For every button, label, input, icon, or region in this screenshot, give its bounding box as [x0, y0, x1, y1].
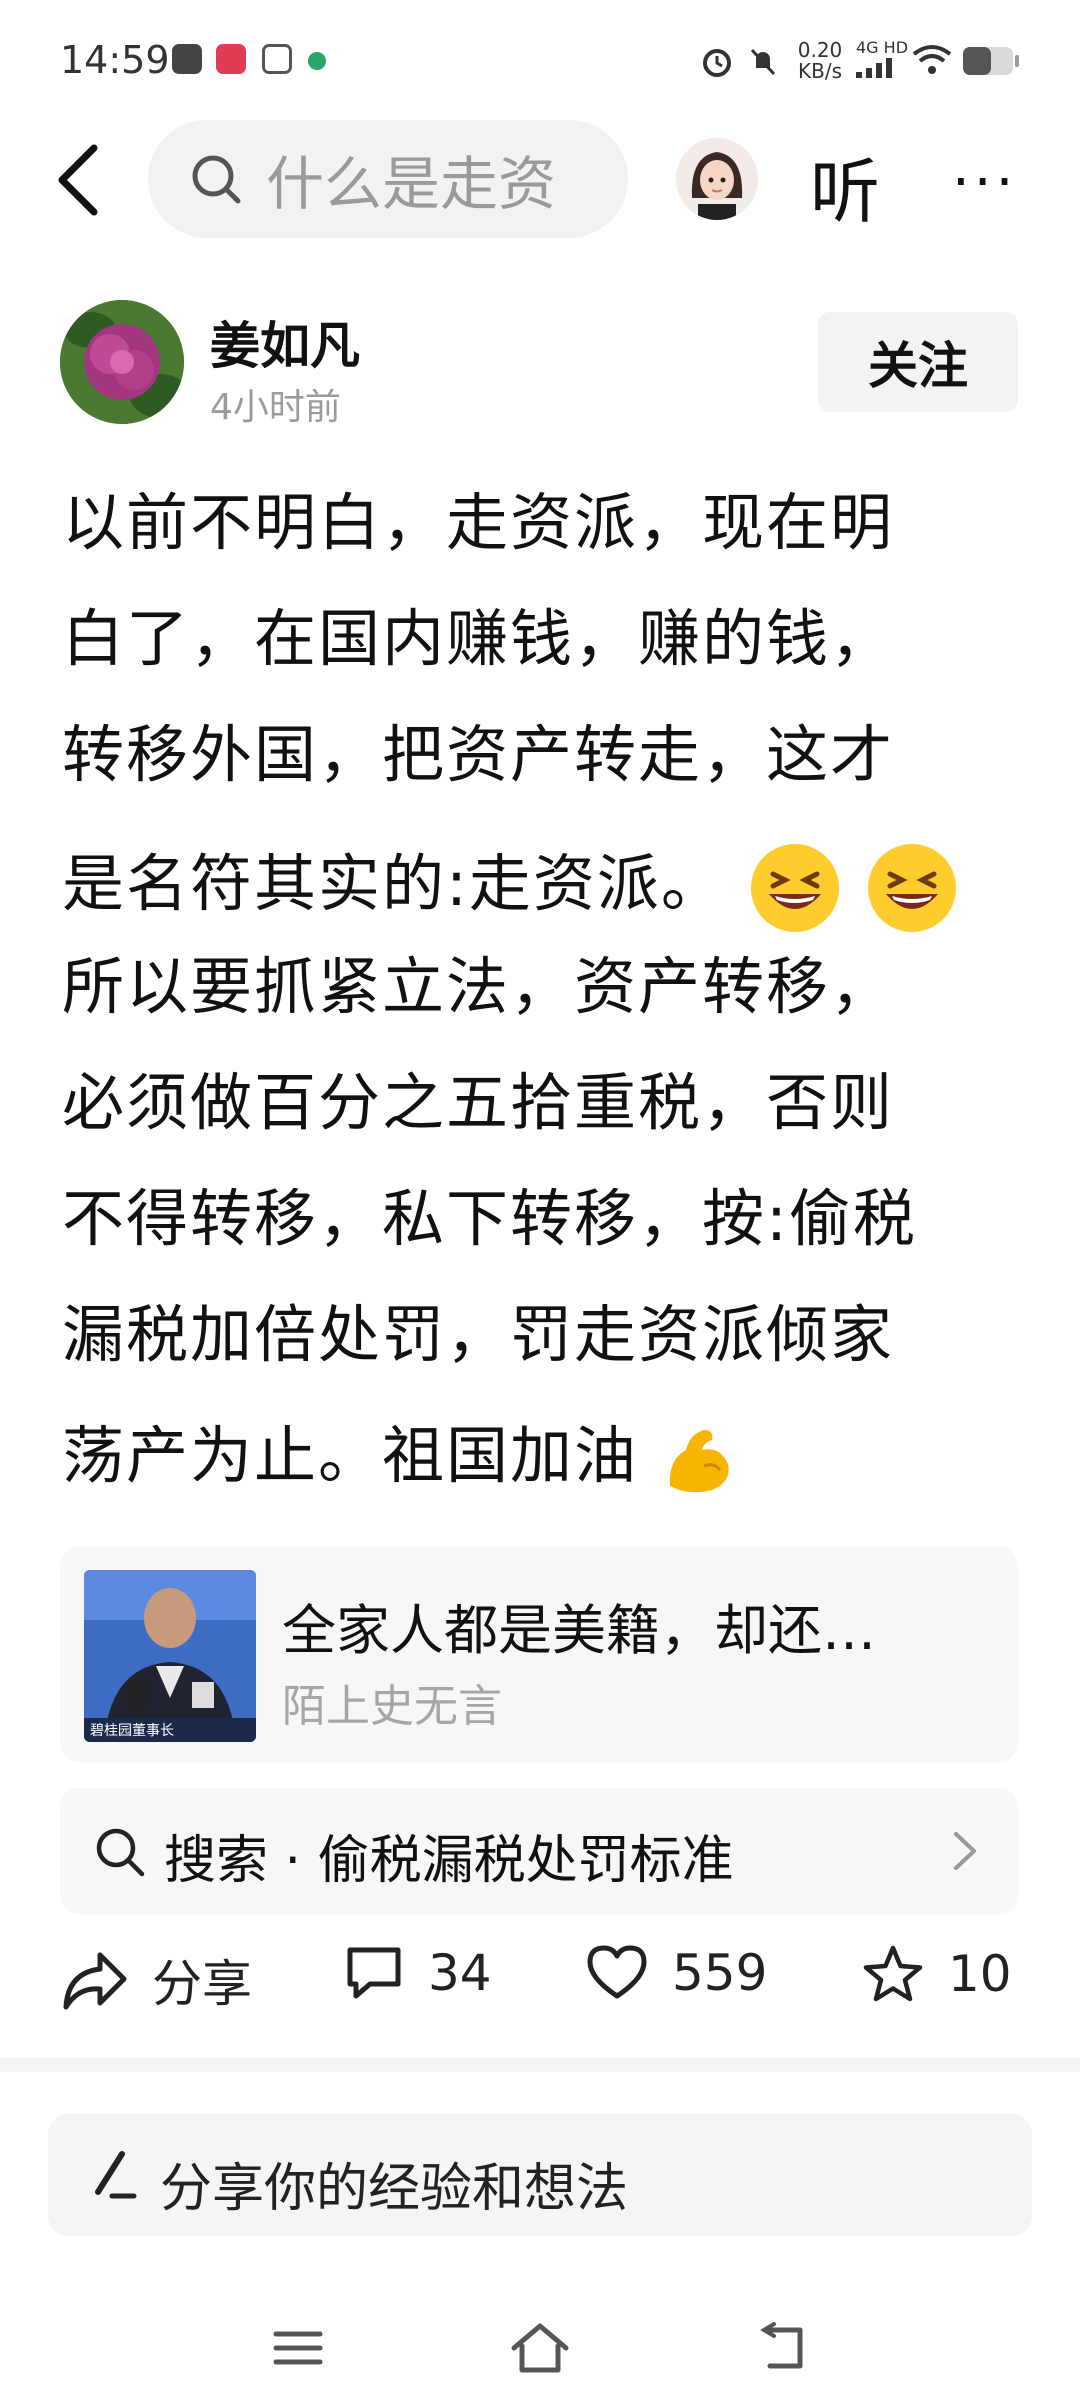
net-speed-unit: KB/s	[798, 59, 842, 83]
chevron-right-icon	[954, 1832, 976, 1870]
article-source: 陌上史无言	[282, 1681, 502, 1732]
post-time: 4小时前	[210, 387, 341, 428]
signal-icon	[856, 58, 892, 78]
related-search-text: 搜索 · 偷税漏税处罚标准	[164, 1818, 734, 1893]
follow-button[interactable]: 关注	[818, 312, 1018, 412]
flexed-biceps-emoji-icon	[669, 1430, 729, 1493]
post-text-segment: 是名符其实的:走资派。	[62, 847, 725, 921]
listen-button[interactable]: 听	[810, 136, 880, 237]
menu-nav-icon[interactable]	[270, 2320, 326, 2376]
share-label: 分享	[152, 1955, 252, 2013]
comment-count: 34	[428, 1944, 492, 2002]
search-placeholder: 什么是走资	[266, 150, 557, 218]
section-divider	[0, 2058, 1080, 2072]
press-conference-image	[84, 1570, 256, 1742]
mute-icon	[750, 48, 776, 76]
search-query: 偷税漏税处罚标准	[317, 1831, 734, 1891]
post-text-line: 以前不明白，走资派，现在明	[62, 486, 895, 559]
post-text-line: 是名符其实的:走资派。	[62, 840, 960, 936]
favorite-count: 10	[948, 1945, 1012, 2003]
status-time: 14:59	[60, 38, 170, 82]
search-box[interactable]: 什么是走资	[148, 120, 628, 238]
share-icon	[63, 1952, 127, 2010]
author-avatar[interactable]	[60, 300, 184, 424]
back-button[interactable]	[50, 140, 110, 220]
home-nav-icon[interactable]	[508, 2320, 572, 2376]
post-text-segment: 荡产为止。祖国加油	[62, 1419, 639, 1493]
article-thumbnail: 碧桂园董事长	[84, 1570, 256, 1742]
search-separator: ·	[284, 1831, 302, 1891]
linked-article-card[interactable]: 碧桂园董事长 全家人都是美籍，却还… 陌上史无言	[60, 1546, 1018, 1762]
alarm-icon	[703, 49, 731, 77]
peony-flower-image	[60, 300, 184, 424]
back-nav-icon[interactable]	[750, 2320, 810, 2376]
net-speed-value: 0.20	[797, 38, 843, 62]
comment-placeholder: 分享你的经验和想法	[160, 2159, 629, 2219]
search-icon	[192, 155, 241, 204]
post-text-line: 必须做百分之五拾重税，否则	[62, 1066, 895, 1139]
comment-icon	[347, 1947, 401, 1999]
ai-assistant-avatar[interactable]	[676, 138, 758, 220]
search-prefix: 搜索	[164, 1831, 269, 1891]
more-options-button[interactable]: ···	[952, 150, 1017, 215]
laughing-emoji-icon	[868, 844, 957, 932]
thumbnail-caption: 碧桂园董事长	[90, 1723, 174, 1739]
post-text-line: 白了，在国内赚钱，赚的钱，	[62, 602, 895, 675]
comment-button[interactable]: 34	[344, 1944, 492, 2002]
share-button[interactable]: 分享	[62, 1944, 252, 2016]
pen-icon	[95, 2151, 137, 2199]
post-text-line: 所以要抓紧立法，资产转移，	[62, 950, 895, 1023]
post-text-line: 不得转移，私下转移，按:偷税	[62, 1182, 917, 1255]
network-type: 4G HD	[856, 38, 909, 57]
message-icon	[172, 44, 202, 74]
like-button[interactable]: 559	[586, 1944, 767, 2002]
laughing-emoji-icon	[750, 844, 839, 932]
favorite-button[interactable]: 10	[862, 1944, 1012, 2004]
post-text-line: 漏税加倍处罚，罚走资派倾家	[62, 1298, 895, 1371]
related-search[interactable]: 搜索 · 偷税漏税处罚标准	[60, 1788, 1018, 1914]
app-notification-icon	[216, 44, 246, 74]
net-speed: 0.20 KB/s	[792, 40, 848, 82]
battery-icon	[963, 47, 1019, 75]
like-count: 559	[672, 1944, 768, 2002]
post-text-line: 荡产为止。祖国加油	[62, 1420, 740, 1500]
camera-app-icon	[262, 44, 292, 74]
post-text-line: 转移外国，把资产转走，这才	[62, 718, 895, 791]
star-icon	[863, 1945, 923, 2002]
wifi-icon	[912, 45, 952, 74]
comment-input[interactable]: 分享你的经验和想法	[48, 2114, 1032, 2236]
avatar-image	[676, 138, 758, 220]
search-icon	[96, 1828, 145, 1877]
heart-icon	[587, 1945, 647, 1999]
article-title: 全家人都是美籍，却还…	[282, 1599, 876, 1662]
mobile-app-icon	[308, 52, 326, 70]
author-name[interactable]: 姜如凡	[210, 306, 360, 378]
